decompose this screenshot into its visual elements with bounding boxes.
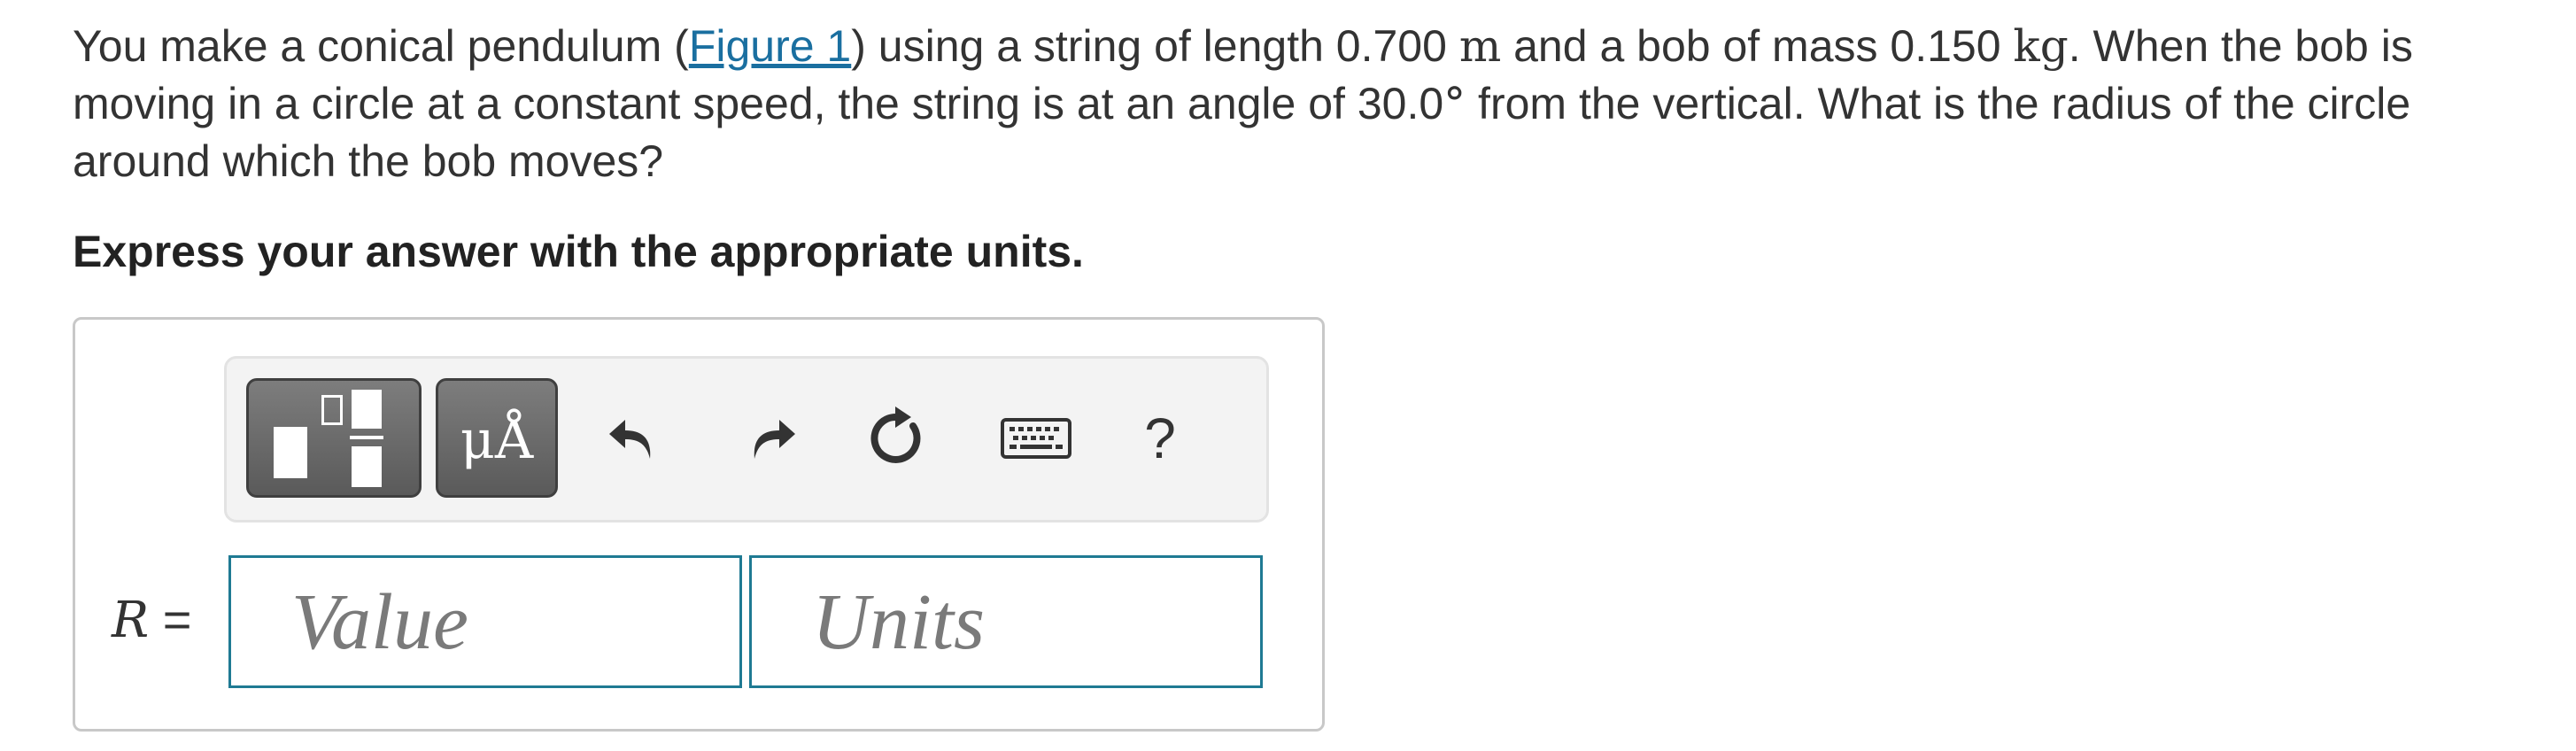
question-part-1: You make a conical pendulum (	[73, 21, 689, 71]
redo-icon	[754, 420, 795, 459]
length-unit: m	[1458, 20, 1502, 72]
question-part-2: ) using a string of length 0.700	[851, 21, 1459, 71]
keyboard-button[interactable]	[992, 399, 1080, 478]
reset-button[interactable]	[857, 399, 937, 478]
value-input[interactable]	[228, 555, 742, 688]
equals-sign: =	[149, 592, 192, 647]
undo-button[interactable]	[595, 399, 675, 478]
help-icon: ?	[1144, 406, 1176, 470]
question-part-3: and a bob of mass 0.150	[1501, 21, 2014, 71]
mass-unit: kg	[2013, 20, 2069, 72]
figure-1-link[interactable]: Figure 1	[689, 21, 851, 71]
variable-name: R	[112, 592, 150, 649]
redo-button[interactable]	[730, 399, 809, 478]
undo-icon	[609, 420, 651, 459]
templates-button[interactable]	[246, 378, 422, 498]
units-icon: μÅ	[460, 409, 534, 471]
degree-symbol: °	[1443, 78, 1466, 129]
answer-variable-label: R =	[112, 585, 191, 656]
keyboard-icon	[1001, 418, 1071, 459]
question-text: You make a conical pendulum (Figure 1) u…	[73, 18, 2552, 190]
units-button[interactable]: μÅ	[436, 378, 558, 498]
answer-instruction: Express your answer with the appropriate…	[73, 227, 1084, 276]
reset-icon	[870, 406, 921, 463]
units-input[interactable]	[749, 555, 1263, 688]
help-button[interactable]: ?	[1125, 399, 1195, 478]
